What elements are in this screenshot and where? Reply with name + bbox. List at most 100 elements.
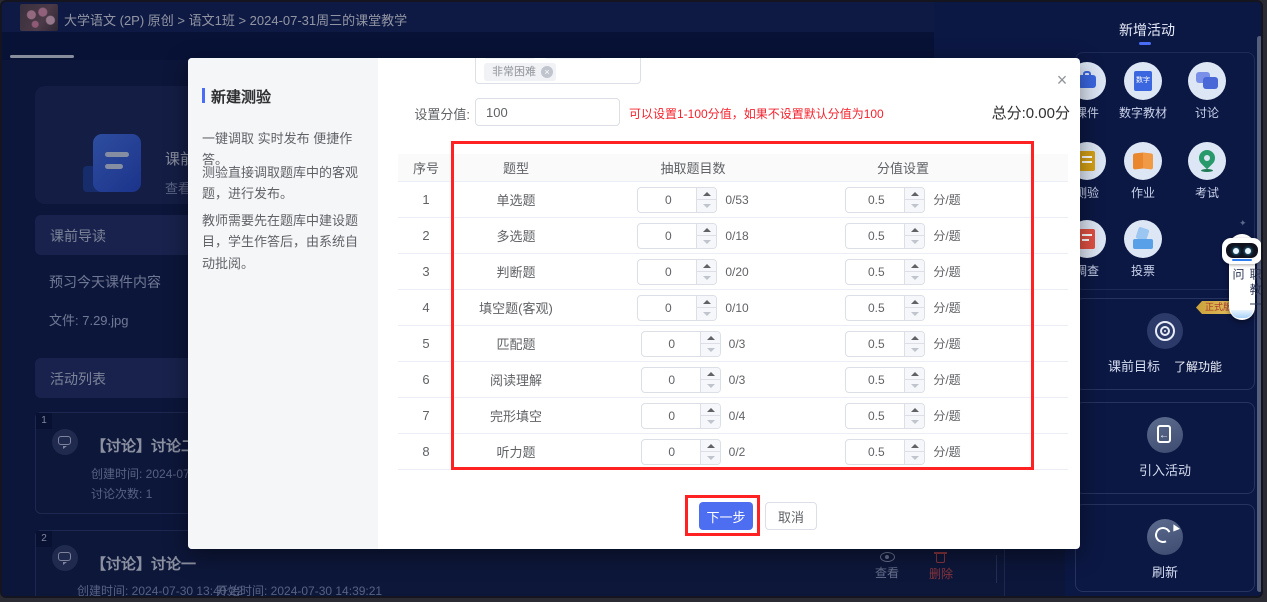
- stepper-down-icon[interactable]: [701, 452, 720, 464]
- question-type: 听力题: [454, 442, 578, 461]
- table-row: 1 单选题 0/53 分/题: [398, 182, 1068, 218]
- count-fraction: 0/20: [725, 265, 748, 279]
- stepper-down-icon[interactable]: [905, 272, 924, 284]
- question-type: 单选题: [454, 190, 578, 209]
- tool-vote[interactable]: 投票: [1115, 220, 1171, 279]
- count-stepper[interactable]: [641, 367, 721, 393]
- row-index: 2: [398, 228, 454, 243]
- score-stepper[interactable]: [845, 367, 925, 393]
- drawer-title-underline: [1139, 42, 1151, 45]
- count-fraction: 0/3: [729, 373, 746, 387]
- table-row: 6 阅读理解 0/3 分/题: [398, 362, 1068, 398]
- stepper-up-icon[interactable]: [905, 260, 924, 273]
- score-unit: 分/题: [933, 407, 960, 424]
- score-unit: 分/题: [933, 191, 960, 208]
- stepper-up-icon[interactable]: [701, 332, 720, 345]
- score-stepper[interactable]: [845, 223, 925, 249]
- stepper-up-icon[interactable]: [905, 188, 924, 201]
- row-index: 1: [398, 192, 454, 207]
- count-stepper[interactable]: [641, 403, 721, 429]
- score-stepper[interactable]: [845, 439, 925, 465]
- score-unit: 分/题: [933, 263, 960, 280]
- goal-label[interactable]: 课前目标: [1108, 356, 1160, 375]
- robot-icon: [1222, 238, 1262, 264]
- question-type: 阅读理解: [454, 370, 578, 389]
- count-fraction: 0/10: [725, 301, 748, 315]
- question-type: 多选题: [454, 226, 578, 245]
- count-stepper[interactable]: [637, 259, 717, 285]
- refresh-card[interactable]: 刷新: [1075, 504, 1255, 592]
- stepper-up-icon[interactable]: [905, 404, 924, 417]
- tool-exam[interactable]: 考试: [1179, 142, 1235, 201]
- tag-remove-icon[interactable]: ×: [541, 66, 553, 78]
- assistant-widget[interactable]: ✦ 职教一问: [1213, 218, 1259, 324]
- stepper-down-icon[interactable]: [701, 344, 720, 356]
- count-stepper[interactable]: [641, 439, 721, 465]
- next-step-button[interactable]: 下一步: [699, 502, 753, 530]
- tool-label: 数字教材: [1115, 104, 1171, 121]
- stepper-up-icon[interactable]: [701, 368, 720, 381]
- score-unit: 分/题: [933, 227, 960, 244]
- count-fraction: 0/2: [729, 445, 746, 459]
- count-stepper[interactable]: [637, 223, 717, 249]
- row-index: 5: [398, 336, 454, 351]
- score-stepper[interactable]: [845, 187, 925, 213]
- tool-label: 考试: [1179, 184, 1235, 201]
- count-fraction: 0/4: [729, 409, 746, 423]
- stepper-up-icon[interactable]: [905, 368, 924, 381]
- stepper-up-icon[interactable]: [697, 260, 716, 273]
- row-index: 4: [398, 300, 454, 315]
- modal-intro-line: 教师需要先在题库中建设题目，学生作答后，由系统自动批阅。: [202, 210, 366, 274]
- question-type: 匹配题: [454, 334, 578, 353]
- stepper-down-icon[interactable]: [905, 344, 924, 356]
- stepper-up-icon[interactable]: [697, 188, 716, 201]
- stepper-up-icon[interactable]: [697, 224, 716, 237]
- import-activity-card[interactable]: ← 引入活动: [1075, 402, 1255, 494]
- stepper-down-icon[interactable]: [905, 416, 924, 428]
- stepper-down-icon[interactable]: [701, 380, 720, 392]
- total-score: 总分:0.00分: [930, 102, 1070, 123]
- stepper-down-icon[interactable]: [905, 452, 924, 464]
- stepper-up-icon[interactable]: [905, 440, 924, 453]
- score-stepper[interactable]: [845, 295, 925, 321]
- stepper-down-icon[interactable]: [697, 236, 716, 248]
- count-stepper[interactable]: [637, 187, 717, 213]
- tool-homework[interactable]: 作业: [1115, 142, 1171, 201]
- table-row: 5 匹配题 0/3 分/题: [398, 326, 1068, 362]
- drawer-title: 新增活动: [1119, 20, 1175, 40]
- score-stepper[interactable]: [845, 259, 925, 285]
- difficulty-tagbox: 非常困难 ×: [475, 58, 641, 84]
- stepper-down-icon[interactable]: [905, 200, 924, 212]
- stepper-up-icon[interactable]: [697, 296, 716, 309]
- goal-help-link[interactable]: 了解功能: [1174, 358, 1222, 375]
- stepper-up-icon[interactable]: [905, 296, 924, 309]
- count-stepper[interactable]: [637, 295, 717, 321]
- stepper-down-icon[interactable]: [697, 272, 716, 284]
- row-index: 3: [398, 264, 454, 279]
- stepper-down-icon[interactable]: [697, 308, 716, 320]
- count-stepper[interactable]: [641, 331, 721, 357]
- score-input[interactable]: [475, 98, 620, 126]
- score-stepper[interactable]: [845, 403, 925, 429]
- stepper-down-icon[interactable]: [905, 236, 924, 248]
- stepper-up-icon[interactable]: [905, 224, 924, 237]
- app-window: 大学语文 (2P) 原创 > 语文1班 > 2024-07-31周三的课堂教学 …: [0, 0, 1263, 598]
- stepper-down-icon[interactable]: [701, 416, 720, 428]
- stepper-up-icon[interactable]: [701, 440, 720, 453]
- stepper-down-icon[interactable]: [697, 200, 716, 212]
- table-row: 3 判断题 0/20 分/题: [398, 254, 1068, 290]
- tool-discussion[interactable]: 讨论: [1179, 62, 1235, 121]
- stepper-down-icon[interactable]: [905, 380, 924, 392]
- drawer-top-area: [934, 2, 1065, 60]
- stepper-up-icon[interactable]: [905, 332, 924, 345]
- target-icon[interactable]: [1147, 313, 1183, 349]
- stepper-up-icon[interactable]: [701, 404, 720, 417]
- sparkle-icon: ✦: [1239, 218, 1247, 229]
- score-stepper[interactable]: [845, 331, 925, 357]
- tool-digital-textbook[interactable]: 数字 数字教材: [1115, 62, 1171, 121]
- close-icon[interactable]: ×: [1050, 68, 1074, 92]
- modal-intro-line: 测验直接调取题库中的客观题，进行发布。: [202, 162, 366, 205]
- stepper-down-icon[interactable]: [905, 308, 924, 320]
- cancel-button[interactable]: 取消: [765, 502, 817, 530]
- count-fraction: 0/3: [729, 337, 746, 351]
